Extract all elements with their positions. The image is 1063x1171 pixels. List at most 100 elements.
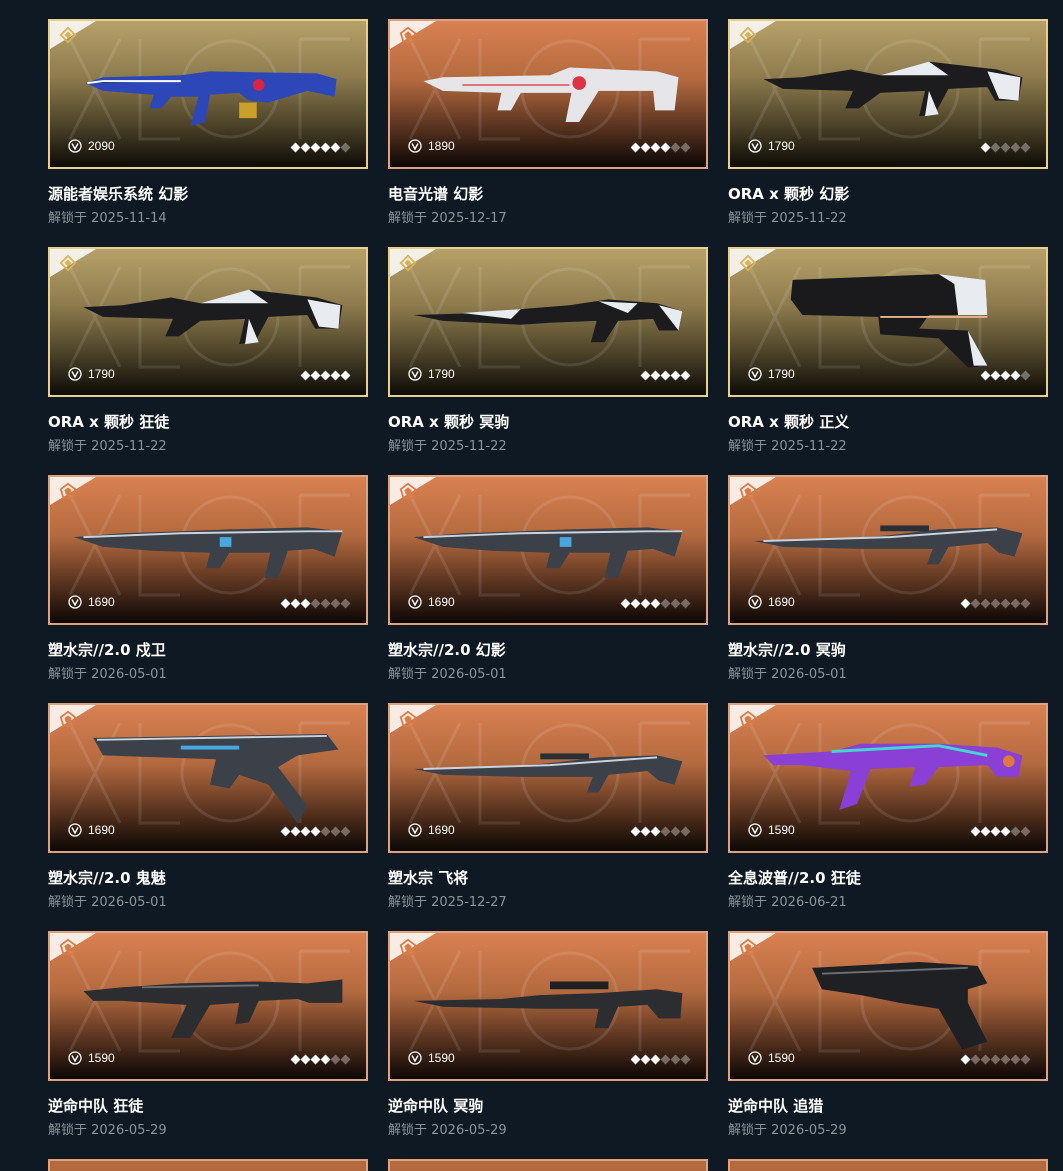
skin-thumbnail[interactable]: 1790 — [728, 247, 1048, 397]
skin-card-partial[interactable] — [728, 1159, 1048, 1171]
rating-diamonds — [620, 598, 691, 609]
skin-thumbnail[interactable]: 1590 — [728, 931, 1048, 1081]
rating-diamond — [650, 1054, 661, 1065]
price-tag: 1590 — [748, 823, 795, 837]
skin-name: 源能者娱乐系统 幻影 — [48, 185, 189, 203]
rating-diamonds — [630, 142, 691, 153]
rating-diamond — [290, 598, 301, 609]
vp-currency-icon — [748, 367, 762, 381]
skin-card[interactable]: 1690 塑水宗 飞将 解锁于 2025-12-27 — [388, 703, 708, 910]
rating-diamond — [310, 826, 321, 837]
skin-card[interactable]: 1590 逆命中队 追猎 解锁于 2026-05-29 — [728, 931, 1048, 1138]
price-value: 1690 — [88, 823, 115, 837]
rating-diamond — [650, 370, 661, 381]
skin-card[interactable]: 1790 ORA x 颗秒 正义 解锁于 2025-11-22 — [728, 247, 1048, 454]
rating-diamond — [650, 826, 661, 837]
rating-diamond — [330, 1054, 341, 1065]
skin-card[interactable]: 1790 ORA x 颗秒 狂徒 解锁于 2025-11-22 — [48, 247, 368, 454]
rating-diamond — [340, 1054, 351, 1065]
rating-diamond — [1020, 826, 1031, 837]
price-value: 1590 — [428, 1051, 455, 1065]
price-value: 1790 — [768, 139, 795, 153]
skin-name: 逆命中队 冥驹 — [388, 1097, 484, 1115]
skin-thumbnail[interactable]: 1690 — [388, 475, 708, 625]
rating-diamond — [290, 826, 301, 837]
skin-thumbnail[interactable]: 1690 — [728, 475, 1048, 625]
weapon-image — [423, 67, 679, 123]
skin-name: 电音光谱 幻影 — [388, 185, 484, 203]
rating-diamond — [340, 370, 351, 381]
skin-thumbnail[interactable]: 1690 — [388, 703, 708, 853]
price-tag: 1690 — [68, 823, 115, 837]
rating-diamond — [660, 1054, 671, 1065]
price-value: 1690 — [768, 595, 795, 609]
unlock-date: 解锁于 2025-12-17 — [388, 211, 507, 226]
price-tag: 1590 — [748, 1051, 795, 1065]
rating-diamond — [680, 826, 691, 837]
price-tag: 1890 — [408, 139, 455, 153]
skin-thumbnail[interactable]: 1590 — [48, 931, 368, 1081]
price-value: 1690 — [428, 595, 455, 609]
price-tag: 1790 — [748, 139, 795, 153]
skin-card[interactable]: 1690 塑水宗//2.0 冥驹 解锁于 2026-05-01 — [728, 475, 1048, 682]
rating-diamond — [990, 598, 1001, 609]
skin-name: 逆命中队 追猎 — [728, 1097, 824, 1115]
skin-card[interactable]: 1590 逆命中队 狂徒 解锁于 2026-05-29 — [48, 931, 368, 1138]
skin-card[interactable]: 1690 塑水宗//2.0 鬼魅 解锁于 2026-05-01 — [48, 703, 368, 910]
skin-thumbnail[interactable]: 1590 — [388, 931, 708, 1081]
rating-diamond — [640, 826, 651, 837]
skin-card[interactable]: 1790 ORA x 颗秒 幻影 解锁于 2025-11-22 — [728, 19, 1048, 226]
rating-diamond — [330, 142, 341, 153]
rating-diamond — [310, 142, 321, 153]
skin-thumbnail[interactable]: 1590 — [728, 703, 1048, 853]
skin-card[interactable]: 1790 ORA x 颗秒 冥驹 解锁于 2025-11-22 — [388, 247, 708, 454]
skin-card[interactable]: 1590 逆命中队 冥驹 解锁于 2026-05-29 — [388, 931, 708, 1138]
rating-diamond — [320, 1054, 331, 1065]
skin-card[interactable]: 1590 全息波普//2.0 狂徒 解锁于 2026-06-21 — [728, 703, 1048, 910]
skin-thumbnail[interactable]: 1790 — [728, 19, 1048, 169]
rating-diamond — [1000, 370, 1011, 381]
skin-thumbnail[interactable]: 1890 — [388, 19, 708, 169]
rating-diamond — [660, 142, 671, 153]
skin-card-partial[interactable] — [388, 1159, 708, 1171]
skin-thumbnail[interactable]: 2090 — [48, 19, 368, 169]
vp-currency-icon — [408, 595, 422, 609]
rating-diamond — [990, 826, 1001, 837]
skin-card-partial[interactable] — [48, 1159, 368, 1171]
rating-diamond — [310, 1054, 321, 1065]
skin-card[interactable]: 2090 源能者娱乐系统 幻影 解锁于 2025-11-14 — [48, 19, 368, 226]
skin-card[interactable]: 1690 塑水宗//2.0 戍卫 解锁于 2026-05-01 — [48, 475, 368, 682]
rating-diamond — [1000, 142, 1011, 153]
rating-diamond — [320, 598, 331, 609]
skin-card[interactable]: 1890 电音光谱 幻影 解锁于 2025-12-17 — [388, 19, 708, 226]
skin-card[interactable]: 1690 塑水宗//2.0 幻影 解锁于 2026-05-01 — [388, 475, 708, 682]
skin-name: ORA x 颗秒 幻影 — [728, 185, 850, 203]
rating-diamond — [1010, 598, 1021, 609]
skin-thumbnail[interactable]: 1690 — [48, 703, 368, 853]
rating-diamond — [970, 826, 981, 837]
rating-diamond — [1010, 1054, 1021, 1065]
rating-diamond — [300, 598, 311, 609]
rating-diamond — [670, 370, 681, 381]
price-tag: 2090 — [68, 139, 115, 153]
unlock-date: 解锁于 2026-05-01 — [48, 895, 167, 910]
skin-thumbnail[interactable]: 1690 — [48, 475, 368, 625]
weapon-image — [790, 274, 988, 368]
rating-diamond — [680, 142, 691, 153]
rating-diamonds — [980, 370, 1031, 381]
rating-diamonds — [280, 598, 351, 609]
skin-thumbnail[interactable]: 1790 — [48, 247, 368, 397]
weapon-image — [812, 961, 988, 1050]
rating-diamond — [1020, 1054, 1031, 1065]
skin-thumbnail[interactable]: 1790 — [388, 247, 708, 397]
rating-diamond — [300, 826, 311, 837]
rating-diamond — [670, 142, 681, 153]
price-tag: 1790 — [748, 367, 795, 381]
rating-diamonds — [280, 826, 351, 837]
skin-name: 逆命中队 狂徒 — [48, 1097, 144, 1115]
rating-diamond — [320, 142, 331, 153]
vp-currency-icon — [748, 139, 762, 153]
skin-name: 塑水宗//2.0 鬼魅 — [48, 869, 166, 887]
weapon-image — [413, 527, 683, 579]
weapon-image — [763, 61, 1023, 117]
